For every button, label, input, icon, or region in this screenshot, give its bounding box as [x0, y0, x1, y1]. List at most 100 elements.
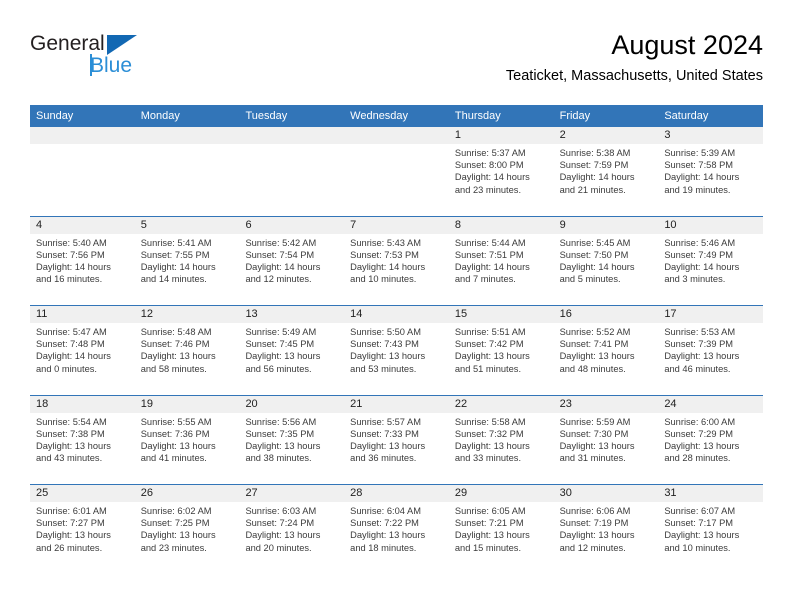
brand-logo[interactable]: General Blue [30, 32, 260, 88]
calendar-day-cell[interactable]: 12 Sunrise: 5:48 AM Sunset: 7:46 PM Dayligh… [134, 306, 240, 395]
daylight-duration-line2: and 41 minutes. [140, 453, 207, 464]
weekday-header-saturday: Saturday [664, 110, 709, 122]
calendar-day-cell[interactable]: 4 Sunrise: 5:40 AM Sunset: 7:56 PM Daylight… [30, 216, 135, 306]
day-number: 19 [134, 395, 240, 413]
daylight-duration-line1: Daylight: 13 hours [140, 530, 216, 541]
weekday-header-wednesday: Wednesday [350, 110, 409, 122]
calendar-day-cell[interactable]: 26 Sunrise: 6:02 AM Sunset: 7:25 PM Dayligh… [134, 485, 240, 574]
calendar-day-cell[interactable]: 24 Sunrise: 6:00 AM Sunset: 7:29 PM Dayligh… [658, 395, 764, 485]
daylight-duration-line2: and 10 minutes. [664, 542, 731, 553]
daylight-duration-line2: and 23 minutes. [140, 542, 207, 553]
sunset-time: Sunset: 7:42 PM [454, 339, 524, 350]
day-number: 31 [658, 485, 764, 502]
day-details: Sunrise: 5:41 AM Sunset: 7:55 PM Daylight:… [135, 234, 240, 286]
daylight-duration-line2: and 51 minutes. [454, 363, 522, 374]
calendar-day-cell[interactable]: 9 Sunrise: 5:45 AM Sunset: 7:50 PM Daylight… [553, 216, 659, 306]
sunrise-time: Sunrise: 5:53 AM [664, 327, 736, 337]
calendar-day-cell[interactable]: 29 Sunrise: 6:05 AM Sunset: 7:21 PM Dayligh… [448, 485, 554, 574]
day-number [239, 127, 345, 144]
calendar-day-cell[interactable]: 2 Sunrise: 5:38 AM Sunset: 7:59 PM Daylight… [553, 127, 659, 216]
calendar-day-cell[interactable]: 5 Sunrise: 5:41 AM Sunset: 7:55 PM Daylight… [134, 216, 240, 306]
calendar-day-cell[interactable]: 3 Sunrise: 5:39 AM Sunset: 7:58 PM Daylight… [658, 127, 764, 216]
calendar-day-cell[interactable]: 11 Sunrise: 5:47 AM Sunset: 7:48 PM Dayligh… [30, 306, 135, 395]
day-details: Sunrise: 5:52 AM Sunset: 7:41 PM Daylight:… [554, 323, 659, 375]
sunset-time: Sunset: 7:36 PM [140, 428, 210, 439]
brand-name-general: General [30, 32, 105, 55]
calendar-day-cell[interactable]: 14 Sunrise: 5:50 AM Sunset: 7:43 PM Dayligh… [344, 306, 449, 395]
sunset-time: Sunset: 7:38 PM [36, 428, 105, 439]
day-number: 20 [239, 395, 345, 413]
calendar-day-cell[interactable]: 19 Sunrise: 5:55 AM Sunset: 7:36 PM Dayligh… [134, 395, 240, 485]
sunset-time: Sunset: 7:45 PM [245, 339, 315, 350]
daylight-duration-line1: Daylight: 13 hours [559, 530, 635, 541]
calendar-day-cell[interactable]: 15 Sunrise: 5:51 AM Sunset: 7:42 PM Dayligh… [448, 306, 554, 395]
day-number: 12 [134, 306, 240, 323]
sunrise-time: Sunrise: 5:39 AM [664, 148, 736, 158]
daylight-duration-line2: and 36 minutes. [350, 453, 417, 464]
calendar-day-cell[interactable]: 6 Sunrise: 5:42 AM Sunset: 7:54 PM Daylight… [239, 216, 345, 306]
calendar-weeks: 1 Sunrise: 5:37 AM Sunset: 8:00 PM Daylight… [30, 127, 764, 574]
daylight-duration-line2: and 43 minutes. [36, 453, 103, 464]
sunset-time: Sunset: 7:48 PM [36, 339, 105, 350]
day-details: Sunrise: 5:57 AM Sunset: 7:33 PM Daylight:… [344, 413, 449, 465]
day-number: 4 [30, 216, 135, 234]
day-details: Sunrise: 5:45 AM Sunset: 7:50 PM Daylight:… [554, 234, 659, 286]
calendar-day-cell[interactable]: 13 Sunrise: 5:49 AM Sunset: 7:45 PM Dayligh… [239, 306, 345, 395]
day-number: 29 [448, 485, 554, 502]
calendar-day-cell[interactable]: 28 Sunrise: 6:04 AM Sunset: 7:22 PM Dayligh… [344, 485, 449, 574]
calendar-day-cell[interactable]: 20 Sunrise: 5:56 AM Sunset: 7:35 PM Dayligh… [239, 395, 345, 485]
calendar-day-cell[interactable]: 21 Sunrise: 5:57 AM Sunset: 7:33 PM Dayligh… [344, 395, 449, 485]
sunrise-time: Sunrise: 5:48 AM [140, 327, 212, 337]
day-details: Sunrise: 5:47 AM Sunset: 7:48 PM Daylight:… [30, 323, 135, 375]
sunrise-time: Sunrise: 5:56 AM [245, 416, 317, 427]
page-subtitle: Teaticket, Massachusetts, United States [505, 68, 763, 84]
calendar-day-cell[interactable]: 17 Sunrise: 5:53 AM Sunset: 7:39 PM Dayligh… [658, 306, 764, 395]
day-number: 27 [239, 485, 345, 502]
daylight-duration-line1: Daylight: 14 hours [140, 261, 216, 272]
calendar-day-cell[interactable]: 7 Sunrise: 5:43 AM Sunset: 7:53 PM Daylight… [344, 216, 449, 306]
sunrise-time: Sunrise: 5:59 AM [559, 416, 631, 427]
calendar-day-cell[interactable]: 1 Sunrise: 5:37 AM Sunset: 8:00 PM Daylight… [448, 127, 554, 216]
day-number: 24 [658, 395, 764, 413]
calendar-day-cell[interactable]: 16 Sunrise: 5:52 AM Sunset: 7:41 PM Dayligh… [553, 306, 659, 395]
daylight-duration-line2: and 58 minutes. [140, 363, 207, 374]
day-number [134, 127, 240, 144]
calendar-day-cell[interactable]: 22 Sunrise: 5:58 AM Sunset: 7:32 PM Dayligh… [448, 395, 554, 485]
calendar-day-cell[interactable]: 30 Sunrise: 6:06 AM Sunset: 7:19 PM Dayligh… [553, 485, 659, 574]
daylight-duration-line1: Daylight: 13 hours [140, 351, 216, 362]
calendar-day-cell[interactable]: 8 Sunrise: 5:44 AM Sunset: 7:51 PM Daylight… [448, 216, 554, 306]
day-details: Sunrise: 5:53 AM Sunset: 7:39 PM Daylight:… [658, 323, 763, 375]
calendar-day-cell[interactable]: 31 Sunrise: 6:07 AM Sunset: 7:17 PM Dayligh… [658, 485, 764, 574]
day-details: Sunrise: 6:07 AM Sunset: 7:17 PM Daylight:… [658, 502, 763, 554]
sunset-time: Sunset: 7:24 PM [245, 518, 315, 529]
daylight-duration-line2: and 10 minutes. [350, 274, 417, 285]
day-number: 5 [134, 216, 240, 234]
calendar-day-cell[interactable]: 23 Sunrise: 5:59 AM Sunset: 7:30 PM Dayligh… [553, 395, 659, 485]
sunset-time: Sunset: 7:39 PM [664, 339, 734, 350]
triangle-logo-icon [107, 35, 137, 55]
day-number: 28 [344, 485, 449, 502]
daylight-duration-line1: Daylight: 13 hours [664, 351, 740, 362]
day-details: Sunrise: 5:56 AM Sunset: 7:35 PM Daylight:… [239, 413, 344, 465]
sunrise-time: Sunrise: 5:46 AM [664, 237, 736, 248]
daylight-duration-line1: Daylight: 13 hours [245, 530, 321, 541]
day-number: 8 [448, 216, 554, 234]
daylight-duration-line1: Daylight: 14 hours [36, 351, 111, 362]
day-number: 7 [344, 216, 449, 234]
day-number: 15 [448, 306, 554, 323]
daylight-duration-line1: Daylight: 13 hours [454, 351, 530, 362]
daylight-duration-line1: Daylight: 13 hours [559, 351, 635, 362]
sunrise-time: Sunrise: 6:05 AM [454, 506, 526, 516]
calendar-day-cell[interactable]: 25 Sunrise: 6:01 AM Sunset: 7:27 PM Dayligh… [30, 485, 135, 574]
calendar-day-cell[interactable]: 27 Sunrise: 6:03 AM Sunset: 7:24 PM Dayligh… [239, 485, 345, 574]
daylight-duration-line1: Daylight: 13 hours [664, 530, 740, 541]
sunset-time: Sunset: 7:46 PM [140, 339, 210, 350]
calendar-day-cell[interactable]: 10 Sunrise: 5:46 AM Sunset: 7:49 PM Dayligh… [658, 216, 764, 306]
daylight-duration-line1: Daylight: 14 hours [454, 261, 530, 272]
calendar-day-cell[interactable]: 18 Sunrise: 5:54 AM Sunset: 7:38 PM Dayligh… [30, 395, 135, 485]
daylight-duration-line1: Daylight: 13 hours [350, 530, 426, 541]
day-details: Sunrise: 5:58 AM Sunset: 7:32 PM Daylight:… [449, 413, 554, 465]
daylight-duration-line2: and 0 minutes. [36, 363, 97, 374]
calendar-week-row: 1 Sunrise: 5:37 AM Sunset: 8:00 PM Daylight… [30, 127, 764, 216]
sunrise-time: Sunrise: 6:01 AM [36, 506, 107, 516]
